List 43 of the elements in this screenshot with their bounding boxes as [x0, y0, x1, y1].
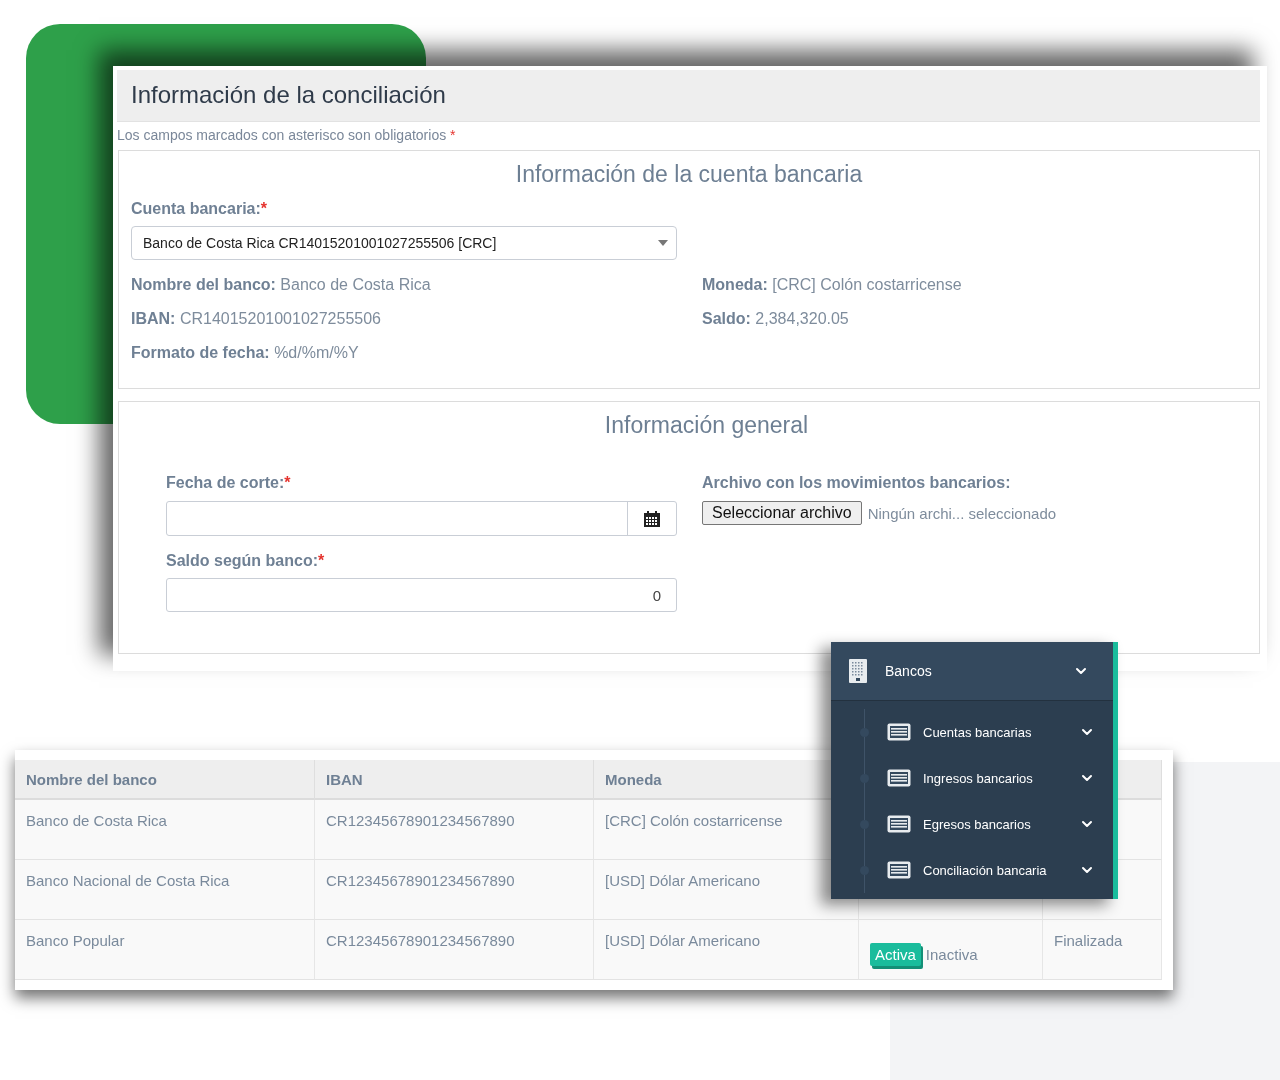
- choose-file-button[interactable]: Seleccionar archivo: [702, 501, 862, 526]
- building-icon: [849, 659, 867, 683]
- table-cell: Banco Popular: [15, 920, 315, 980]
- table-cell: Banco Nacional de Costa Rica: [15, 860, 315, 920]
- detail-text: Formato de fecha: %d/%m/%Y: [131, 343, 360, 362]
- table-cell: CR12345678901234567890: [315, 800, 594, 860]
- field-label: Cuenta bancaria:*: [131, 199, 269, 218]
- column-header: Nombre del banco: [15, 760, 315, 800]
- tree-dot: [860, 865, 869, 875]
- file-status: Ningún archi... seleccionado: [867, 504, 1057, 522]
- list-icon: [887, 861, 911, 879]
- required-note: Los campos marcados con asterisco son obligatorios *: [117, 126, 457, 143]
- field-label: Saldo según banco:*: [166, 552, 326, 571]
- balance-field[interactable]: 0: [166, 578, 677, 613]
- section-title: Información general: [603, 412, 810, 440]
- tree-dot: [860, 819, 869, 829]
- list-icon: [887, 769, 911, 787]
- list-icon: [887, 815, 911, 833]
- form-title: Información de la conciliación: [131, 81, 446, 110]
- menu-item[interactable]: Cuentas bancarias: [831, 709, 1113, 755]
- calendar-icon: [644, 510, 660, 527]
- table-cell: CR12345678901234567890: [315, 920, 594, 980]
- tree-dot: [860, 727, 869, 737]
- detail-text: Nombre del banco: Banco de Costa Rica: [131, 275, 432, 294]
- table-cell: [USD] Dólar Americano: [594, 860, 859, 920]
- caret-icon: [658, 239, 668, 246]
- table-cell: [USD] Dólar Americano: [594, 920, 859, 980]
- date-field[interactable]: [166, 501, 677, 537]
- detail-text: Saldo: 2,384,320.05: [702, 309, 850, 328]
- tree-dot: [860, 773, 869, 783]
- list-icon: [887, 723, 911, 741]
- field-label: Fecha de corte:*: [166, 474, 292, 493]
- field-label: Archivo con los movimientos bancarios:: [702, 474, 1012, 493]
- detail-text: IBAN: CR14015201001027255506: [131, 309, 382, 328]
- table-cell: Finalizada: [1043, 920, 1162, 980]
- menu-header[interactable]: Bancos: [831, 642, 1113, 701]
- account-select[interactable]: Banco de Costa Rica CR14015201001027255506 [CRC]: [131, 225, 677, 260]
- table-cell: Banco de Costa Rica: [15, 800, 315, 860]
- table-cell: CR12345678901234567890: [315, 860, 594, 920]
- section-title: Información de la cuenta bancaria: [514, 160, 864, 188]
- detail-text: Moneda: [CRC] Colón costarricense: [702, 275, 963, 294]
- column-header: IBAN: [315, 760, 594, 800]
- menu-title: Bancos: [885, 663, 933, 679]
